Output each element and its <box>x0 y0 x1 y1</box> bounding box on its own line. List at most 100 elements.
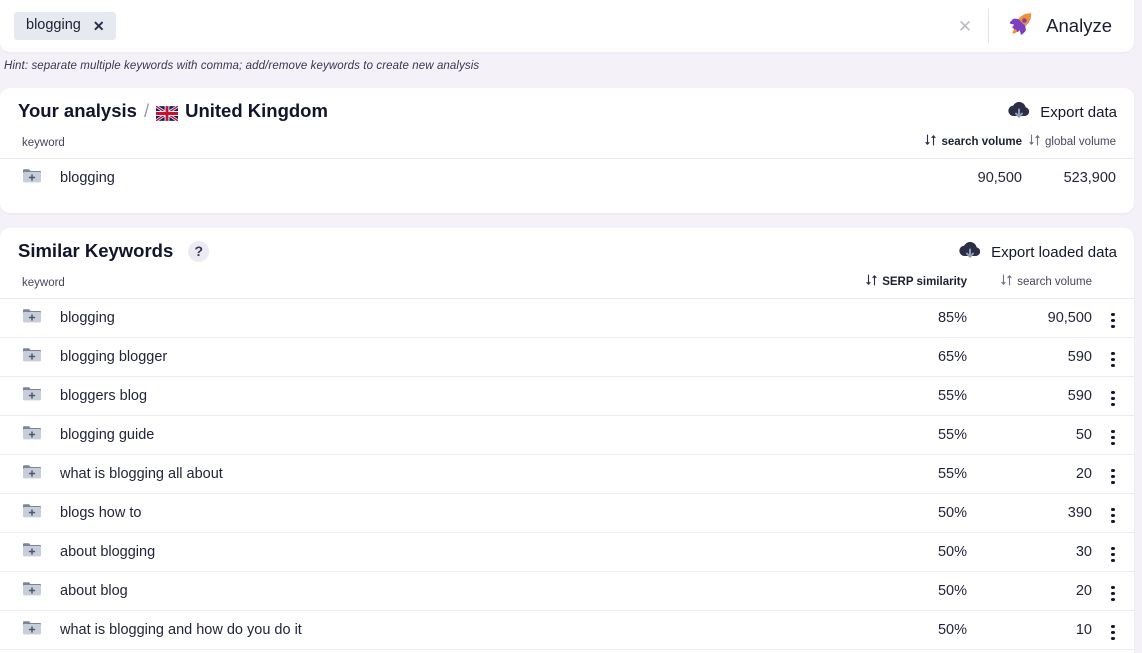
folder-add-icon[interactable] <box>22 307 42 329</box>
cell-keyword: blogging <box>0 159 892 198</box>
more-vertical-icon[interactable] <box>1109 309 1116 333</box>
cell-search-volume: 20 <box>967 455 1092 494</box>
more-vertical-icon[interactable] <box>1109 582 1116 606</box>
column-header-global-volume-label: global volume <box>1045 136 1116 148</box>
folder-add-icon[interactable] <box>22 619 42 641</box>
sort-icon <box>1029 134 1040 149</box>
table-row: blogging85%90,500 <box>0 299 1134 338</box>
cell-actions <box>1092 455 1134 494</box>
analyze-label: Analyze <box>1046 15 1112 37</box>
sort-icon <box>1001 274 1012 289</box>
your-analysis-card: Your analysis / United Kingdom <box>0 88 1134 213</box>
folder-add-icon[interactable] <box>22 167 42 189</box>
cell-serp-similarity: 55% <box>847 377 967 416</box>
table-row: what is blogging and how do you do it50%… <box>0 611 1134 650</box>
more-vertical-icon[interactable] <box>1109 504 1116 528</box>
table-row: bloggers blog55%590 <box>0 377 1134 416</box>
folder-add-icon[interactable] <box>22 463 42 485</box>
similar-keywords-table-head: keyword SERP similarity <box>0 274 1134 299</box>
export-data-button[interactable]: Export data <box>1007 99 1117 126</box>
table-header-row: keyword SERP similarity <box>0 274 1134 299</box>
cell-search-volume: 10 <box>967 611 1092 650</box>
table-row: blogging guide 55%50 <box>0 416 1134 455</box>
keyword-text: blogging blogger <box>60 349 167 365</box>
cell-keyword: about blog <box>0 572 847 611</box>
more-vertical-icon[interactable] <box>1109 621 1116 645</box>
export-loaded-data-button[interactable]: Export loaded data <box>958 239 1117 266</box>
more-vertical-icon[interactable] <box>1109 426 1116 450</box>
cell-serp-similarity: 55% <box>847 455 967 494</box>
cell-search-volume: 50 <box>967 416 1092 455</box>
cell-search-volume: 390 <box>967 494 1092 533</box>
cell-actions <box>1092 494 1134 533</box>
analyze-button[interactable]: Analyze <box>989 10 1134 43</box>
column-header-global-volume[interactable]: global volume <box>1022 134 1134 159</box>
similar-keywords-card: Similar Keywords ? Export loaded data ke… <box>0 228 1134 653</box>
your-analysis-header: Your analysis / United Kingdom <box>0 88 1134 134</box>
similar-keywords-table: keyword SERP similarity <box>0 274 1134 650</box>
sort-control-search-volume[interactable]: search volume <box>1001 274 1092 289</box>
cloud-download-icon <box>958 239 982 266</box>
cell-serp-similarity: 50% <box>847 611 967 650</box>
cell-actions <box>1092 299 1134 338</box>
keyword-text: about blogging <box>60 544 155 560</box>
your-analysis-table-head: keyword search volume <box>0 134 1134 159</box>
column-header-search-volume-label: search volume <box>1017 276 1092 288</box>
similar-keywords-header: Similar Keywords ? Export loaded data <box>0 228 1134 274</box>
cell-search-volume: 590 <box>967 338 1092 377</box>
folder-add-icon[interactable] <box>22 346 42 368</box>
keyword-text: blogging guide <box>60 427 154 443</box>
app-root: blogging ✕ ✕ Analyze Hint: separate mult… <box>0 0 1142 653</box>
keyword-text: about blog <box>60 583 128 599</box>
more-vertical-icon[interactable] <box>1109 387 1116 411</box>
keyword-chip-label: blogging <box>26 18 81 33</box>
cell-serp-similarity: 55% <box>847 416 967 455</box>
table-row: about blog50%20 <box>0 572 1134 611</box>
sort-control-search-volume[interactable]: search volume <box>925 134 1022 149</box>
question-mark-icon[interactable]: ? <box>188 241 209 262</box>
keyword-text: what is blogging all about <box>60 466 223 482</box>
clear-all-close-icon[interactable]: ✕ <box>942 18 988 35</box>
cell-search-volume: 90,500 <box>892 159 1022 198</box>
sort-control-global-volume[interactable]: global volume <box>1029 134 1116 149</box>
more-vertical-icon[interactable] <box>1109 465 1116 489</box>
close-icon[interactable]: ✕ <box>93 19 105 33</box>
column-header-actions <box>1092 274 1134 299</box>
export-loaded-data-label: Export loaded data <box>991 244 1117 261</box>
cell-search-volume: 590 <box>967 377 1092 416</box>
keyword-text: blogs how to <box>60 505 141 521</box>
cell-serp-similarity: 50% <box>847 494 967 533</box>
folder-add-icon[interactable] <box>22 502 42 524</box>
cell-keyword: about blogging <box>0 533 847 572</box>
your-analysis-table-body: blogging 90,500 523,900 <box>0 159 1134 198</box>
table-row: blogging 90,500 523,900 <box>0 159 1134 198</box>
sort-control-serp-similarity[interactable]: SERP similarity <box>866 274 967 289</box>
search-hint-text: Hint: separate multiple keywords with co… <box>4 60 479 72</box>
folder-add-icon[interactable] <box>22 580 42 602</box>
cell-serp-similarity: 85% <box>847 299 967 338</box>
more-vertical-icon[interactable] <box>1109 348 1116 372</box>
column-header-search-volume[interactable]: search volume <box>892 134 1022 159</box>
your-analysis-table: keyword search volume <box>0 134 1134 198</box>
page-title: Your analysis / United Kingdom <box>18 100 328 122</box>
table-row: what is blogging all about 55%20 <box>0 455 1134 494</box>
folder-add-icon[interactable] <box>22 541 42 563</box>
table-row: about blogging50%30 <box>0 533 1134 572</box>
more-vertical-icon[interactable] <box>1109 543 1116 567</box>
cell-actions <box>1092 572 1134 611</box>
cell-actions <box>1092 338 1134 377</box>
similar-keywords-title-group: Similar Keywords ? <box>18 240 209 262</box>
cell-serp-similarity: 65% <box>847 338 967 377</box>
column-header-serp-similarity[interactable]: SERP similarity <box>847 274 967 299</box>
cell-keyword: blogging guide <box>0 416 847 455</box>
folder-add-icon[interactable] <box>22 424 42 446</box>
cell-search-volume: 20 <box>967 572 1092 611</box>
cell-keyword: blogging <box>0 299 847 338</box>
table-row: blogs how to 50%390 <box>0 494 1134 533</box>
keyword-text: blogging <box>60 310 115 326</box>
keyword-chip-blogging[interactable]: blogging ✕ <box>14 12 116 40</box>
column-header-search-volume[interactable]: search volume <box>967 274 1092 299</box>
cell-keyword: what is blogging and how do you do it <box>0 611 847 650</box>
folder-add-icon[interactable] <box>22 385 42 407</box>
keyword-text: blogging <box>60 170 115 186</box>
